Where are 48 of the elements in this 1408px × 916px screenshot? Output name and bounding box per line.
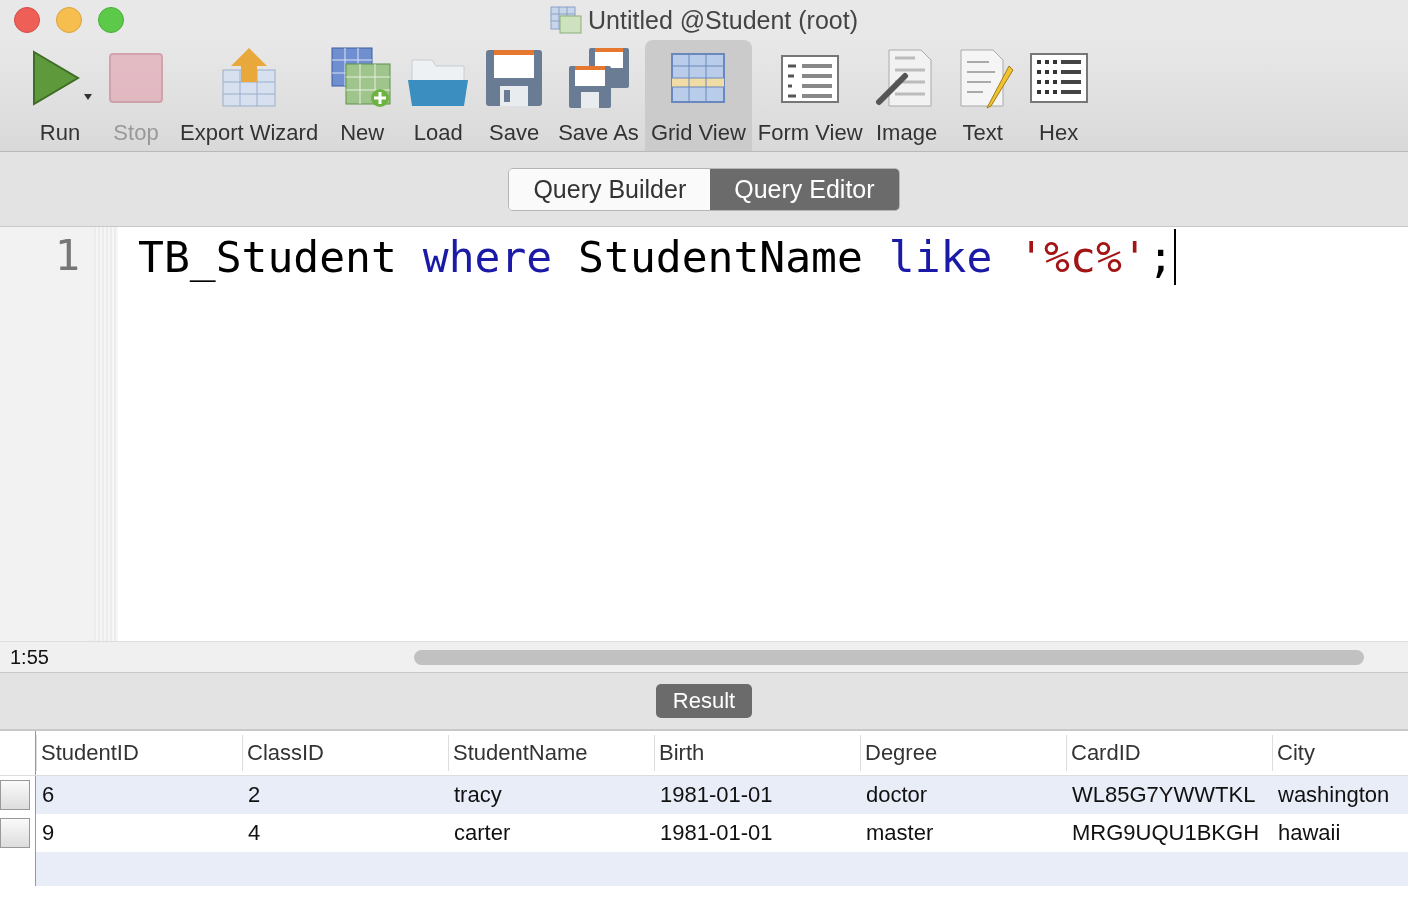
row-selector[interactable] xyxy=(0,818,30,848)
table-cell-text: 6 xyxy=(41,782,56,808)
scrollbar-thumb[interactable] xyxy=(414,649,1364,665)
window-title: Untitled @Student (root) xyxy=(588,5,858,35)
column-header[interactable]: CardID xyxy=(1066,735,1272,771)
zoom-button[interactable] xyxy=(98,7,124,33)
toolbar-button[interactable]: New xyxy=(324,40,401,151)
table-cell-text: 9 xyxy=(41,820,56,846)
table-cell-text: doctor xyxy=(865,782,929,808)
table-cell-text: WL85G7YWWTKL xyxy=(1071,782,1257,808)
toolbar-button[interactable]: Save As xyxy=(552,40,645,151)
table-icon xyxy=(550,6,582,34)
toolbar-button[interactable]: Load xyxy=(400,40,477,151)
column-header[interactable]: City xyxy=(1272,735,1408,771)
column-header[interactable]: StudentID xyxy=(36,735,242,771)
toolbar-button[interactable]: Grid View xyxy=(644,40,752,151)
text-cursor xyxy=(1173,229,1176,285)
table-cell-text: 2 xyxy=(247,782,262,808)
toolbar-button[interactable]: Run xyxy=(22,40,98,151)
table-cell-text: carter xyxy=(453,820,512,846)
floppy-disks-icon xyxy=(566,46,631,110)
column-header[interactable]: ClassID xyxy=(242,735,448,771)
column-header[interactable]: StudentName xyxy=(448,735,654,771)
toolbar-button[interactable]: Form View xyxy=(751,40,869,151)
mode-tab[interactable]: Query Editor xyxy=(710,168,899,210)
cursor-position: 1:55 xyxy=(9,645,50,669)
table-cell-text: washington xyxy=(1277,782,1391,808)
toolbar-button[interactable]: Save xyxy=(476,40,553,151)
toolbar-button[interactable]: Text xyxy=(944,40,1021,151)
column-header[interactable]: Degree xyxy=(860,735,1066,771)
table-cell-text: master xyxy=(865,820,935,846)
table-cell-text: 1981-01-01 xyxy=(659,782,774,808)
table-cell-text: 1981-01-01 xyxy=(659,820,774,846)
mode-tab[interactable]: Query Builder xyxy=(509,168,711,210)
toolbar-button[interactable]: Export Wizard xyxy=(174,40,325,151)
line-number: 1 xyxy=(54,231,80,280)
row-selector[interactable] xyxy=(0,780,30,810)
close-button[interactable] xyxy=(14,7,40,33)
toolbar-button[interactable]: Hex xyxy=(1020,40,1097,151)
toolbar-button[interactable]: Image xyxy=(868,40,945,151)
table-cell-text: hawaii xyxy=(1277,820,1342,846)
column-header[interactable]: Birth xyxy=(654,735,860,771)
result-tab[interactable]: Result xyxy=(655,684,753,718)
minimize-button[interactable] xyxy=(56,7,82,33)
table-cell-text: 4 xyxy=(247,820,262,846)
table-cell-text: tracy xyxy=(453,782,503,808)
code-line: TB_Student where StudentName like '%c%'; xyxy=(138,229,1408,285)
table-cell-text: MRG9UQU1BKGH xyxy=(1071,820,1261,846)
